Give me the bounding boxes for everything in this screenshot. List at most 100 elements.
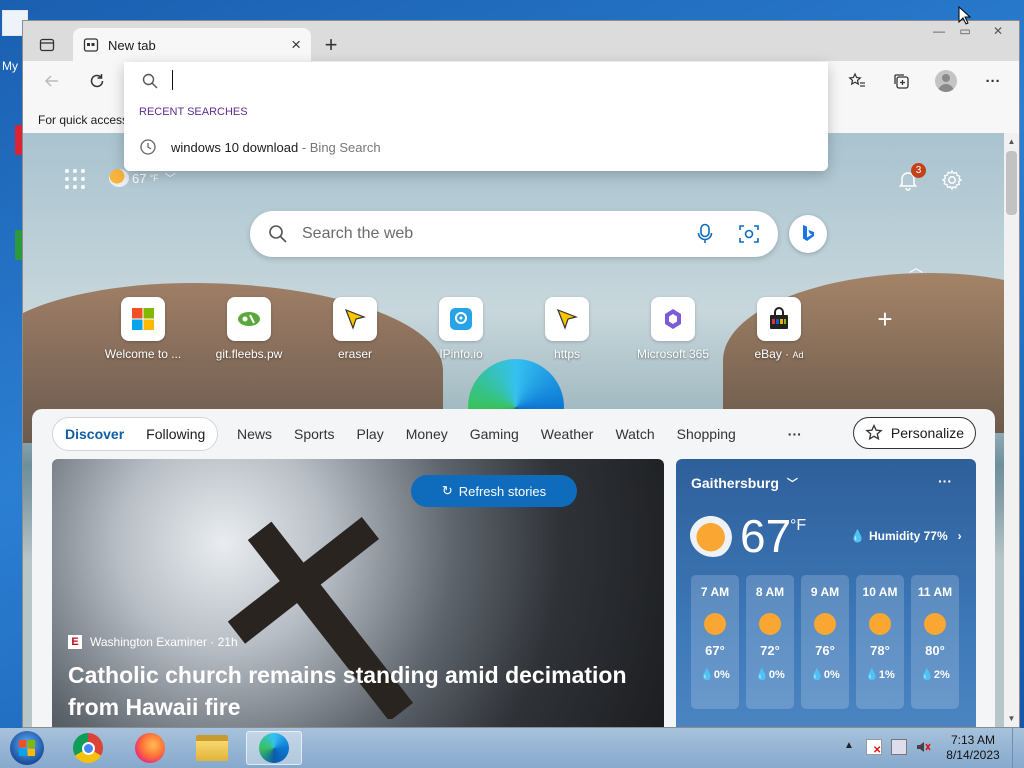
scroll-up-arrow-icon[interactable]: ▲ bbox=[1004, 137, 1019, 146]
git-icon bbox=[227, 297, 271, 341]
collapse-chevron-up-icon[interactable]: ︿ bbox=[909, 257, 923, 277]
feed-mode-switch: Discover Following bbox=[52, 417, 219, 451]
refresh-stories-button[interactable]: ↻ Refresh stories bbox=[411, 475, 577, 507]
quick-link-label: eBay · Ad bbox=[754, 347, 804, 361]
forecast-hour[interactable]: 11 AM 80° 💧2% bbox=[911, 575, 959, 709]
chevron-right-icon: › bbox=[957, 529, 962, 543]
web-search-box[interactable]: Search the web bbox=[250, 211, 778, 257]
taskbar-chrome[interactable] bbox=[64, 731, 112, 765]
tab-discover[interactable]: Discover bbox=[65, 426, 124, 442]
profile-avatar[interactable] bbox=[935, 70, 957, 92]
collections-icon[interactable] bbox=[889, 69, 913, 93]
refresh-stories-label: Refresh stories bbox=[458, 483, 547, 499]
humidity-indicator[interactable]: 💧 Humidity 77% › bbox=[850, 529, 962, 543]
show-desktop-button[interactable] bbox=[1012, 728, 1024, 768]
bing-chat-button[interactable] bbox=[789, 215, 827, 253]
clock[interactable]: 7:13 AM 8/14/2023 bbox=[938, 733, 1008, 763]
add-shortcut-button[interactable]: + bbox=[840, 297, 930, 361]
story-headline[interactable]: Catholic church remains standing amid de… bbox=[68, 659, 648, 723]
quick-link[interactable]: eraser bbox=[310, 297, 400, 361]
address-input-caret[interactable] bbox=[172, 70, 173, 90]
quick-link[interactable]: git.fleebs.pw bbox=[204, 297, 294, 361]
forecast-hour[interactable]: 10 AM 78° 💧1% bbox=[856, 575, 904, 709]
new-tab-page: 67 °F ﹀ 3 Search the web ︿ Welcome to ..… bbox=[23, 133, 1004, 727]
category-sports[interactable]: Sports bbox=[294, 426, 334, 442]
quick-link[interactable]: Microsoft 365 bbox=[628, 297, 718, 361]
category-gaming[interactable]: Gaming bbox=[470, 426, 519, 442]
show-hidden-icons-arrow[interactable]: ▲ bbox=[844, 740, 854, 751]
firefox-icon bbox=[135, 733, 165, 763]
taskbar-firefox[interactable] bbox=[126, 731, 174, 765]
partly-sunny-icon bbox=[759, 613, 781, 635]
forecast-hour[interactable]: 9 AM 76° 💧0% bbox=[801, 575, 849, 709]
address-bar-dropdown: RECENT SEARCHES windows 10 download - Bi… bbox=[124, 62, 828, 171]
humidity-text: Humidity 77% bbox=[868, 529, 948, 543]
category-play[interactable]: Play bbox=[356, 426, 383, 442]
partly-sunny-icon bbox=[109, 169, 129, 187]
network-icon[interactable] bbox=[891, 739, 907, 755]
mini-temperature: 67 bbox=[132, 170, 147, 186]
feed-categories: News Sports Play Money Gaming Weather Wa… bbox=[237, 417, 802, 451]
weather-card[interactable]: Gaithersburg ﹀ ··· 67 °F 💧 Humidity 77% … bbox=[676, 459, 976, 727]
weather-more-icon[interactable]: ··· bbox=[938, 473, 952, 489]
search-icon bbox=[269, 225, 287, 243]
favorites-icon[interactable] bbox=[845, 69, 869, 93]
windows-orb-icon bbox=[10, 731, 44, 765]
sunny-icon bbox=[869, 613, 891, 635]
forecast-time: 7 AM bbox=[700, 585, 730, 599]
action-center-flag-icon[interactable]: ✕ bbox=[866, 739, 882, 756]
weather-widget-mini[interactable]: 67 °F ﹀ bbox=[109, 169, 176, 187]
chevron-down-icon: ﹀ bbox=[786, 478, 798, 490]
notification-count-badge: 3 bbox=[911, 163, 926, 178]
new-tab-button[interactable]: + bbox=[319, 32, 343, 57]
tab-actions-icon[interactable] bbox=[37, 35, 57, 55]
forecast-rain: 💧0% bbox=[700, 669, 730, 681]
visual-search-icon[interactable] bbox=[738, 223, 760, 245]
refresh-icon[interactable] bbox=[85, 69, 109, 93]
microphone-icon[interactable] bbox=[696, 223, 714, 245]
chrome-icon bbox=[73, 733, 103, 763]
settings-more-icon[interactable]: ··· bbox=[981, 69, 1005, 93]
apps-grid-icon[interactable] bbox=[65, 169, 85, 189]
recent-searches-heading: RECENT SEARCHES bbox=[139, 106, 248, 118]
publisher-logo-icon: E bbox=[68, 635, 82, 649]
scrollbar-thumb[interactable] bbox=[1006, 151, 1017, 215]
scroll-down-arrow-icon[interactable]: ▼ bbox=[1004, 714, 1019, 723]
quick-link[interactable]: Welcome to ... bbox=[98, 297, 188, 361]
forecast-temp: 67° bbox=[705, 643, 725, 658]
forecast-hour[interactable]: 8 AM 72° 💧0% bbox=[746, 575, 794, 709]
quick-link-label: git.fleebs.pw bbox=[215, 347, 283, 361]
category-watch[interactable]: Watch bbox=[615, 426, 654, 442]
tab-new-tab[interactable]: New tab × bbox=[73, 28, 311, 62]
notifications-button[interactable]: 3 bbox=[897, 163, 926, 191]
forecast-time: 10 AM bbox=[862, 585, 898, 599]
back-icon[interactable] bbox=[40, 69, 64, 93]
page-settings-gear-icon[interactable] bbox=[941, 169, 963, 191]
quick-link[interactable]: IPinfo.io bbox=[416, 297, 506, 361]
close-tab-icon[interactable]: × bbox=[291, 35, 301, 55]
quick-link[interactable]: https bbox=[522, 297, 612, 361]
weather-location[interactable]: Gaithersburg ﹀ bbox=[691, 475, 798, 491]
recent-search-item[interactable]: windows 10 download - Bing Search bbox=[124, 132, 828, 162]
start-button[interactable] bbox=[2, 729, 52, 767]
category-money[interactable]: Money bbox=[406, 426, 448, 442]
clock-time: 7:13 AM bbox=[950, 733, 996, 747]
forecast-hour[interactable]: 7 AM 67° 💧0% bbox=[691, 575, 739, 709]
quick-link[interactable]: eBay · Ad bbox=[734, 297, 824, 361]
minimize-button[interactable]: — bbox=[927, 21, 951, 41]
category-weather[interactable]: Weather bbox=[541, 426, 594, 442]
more-categories-icon[interactable]: ··· bbox=[788, 426, 802, 442]
quick-link-label: https bbox=[553, 347, 580, 361]
close-window-button[interactable]: ✕ bbox=[981, 21, 1015, 41]
taskbar-edge-active[interactable] bbox=[246, 731, 302, 765]
volume-muted-icon[interactable] bbox=[915, 739, 931, 755]
category-news[interactable]: News bbox=[237, 426, 272, 442]
forecast-temp: 78° bbox=[870, 643, 890, 658]
taskbar-file-explorer[interactable] bbox=[188, 731, 236, 765]
personalize-button[interactable]: Personalize bbox=[853, 417, 976, 449]
quick-link-label: Microsoft 365 bbox=[636, 347, 710, 361]
page-scrollbar[interactable]: ▲ ▼ bbox=[1004, 133, 1019, 727]
category-shopping[interactable]: Shopping bbox=[677, 426, 736, 442]
tab-following[interactable]: Following bbox=[146, 426, 205, 442]
forecast-rain: 💧2% bbox=[920, 669, 950, 681]
